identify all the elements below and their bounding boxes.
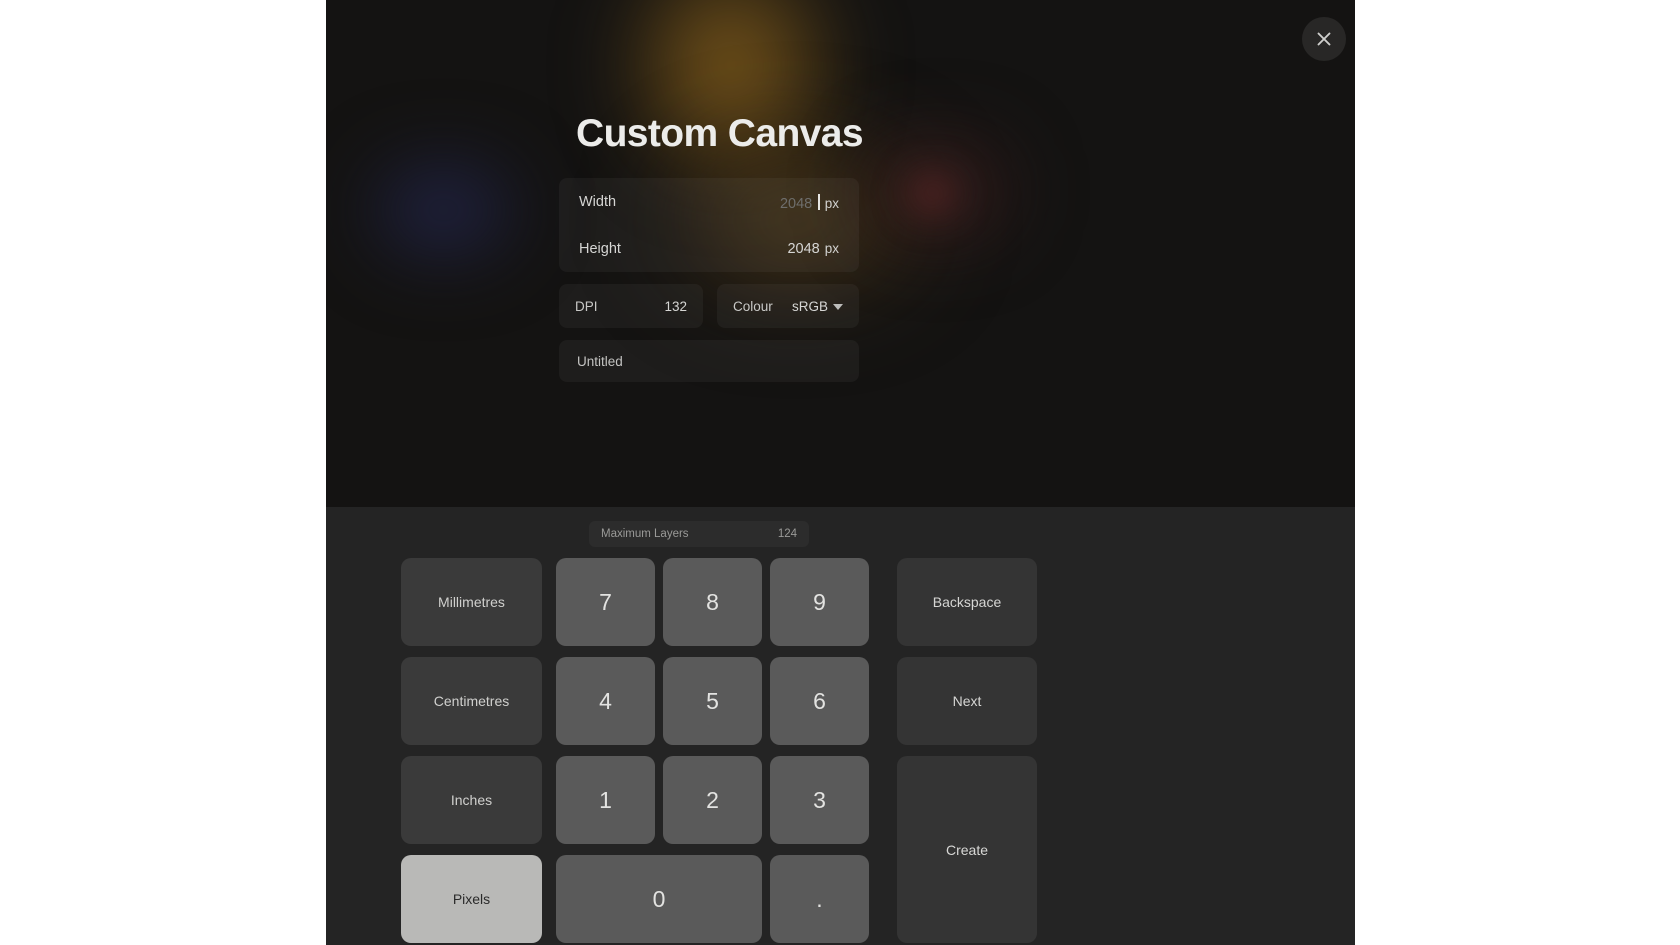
next-button[interactable]: Next: [897, 657, 1037, 745]
colour-profile-select[interactable]: Colour sRGB: [717, 284, 859, 328]
create-label: Create: [945, 841, 989, 858]
key-1[interactable]: 1: [556, 756, 655, 844]
unit-button-centimetres[interactable]: Centimetres: [401, 657, 542, 745]
maximum-layers-label: Maximum Layers: [601, 528, 689, 540]
key-9[interactable]: 9: [770, 558, 869, 646]
key-4[interactable]: 4: [556, 657, 655, 745]
height-unit: px: [824, 240, 839, 256]
maximum-layers-row: Maximum Layers 124: [589, 521, 809, 547]
key-2[interactable]: 2: [663, 756, 762, 844]
key-label-1: 1: [599, 786, 612, 813]
dimensions-card: Width 2048 px Height 2048 px: [559, 178, 859, 272]
canvas-settings-form: Width 2048 px Height 2048 px DPI 132 Col…: [559, 178, 859, 382]
background-glow-amber: [616, 0, 846, 190]
dpi-value[interactable]: 132: [664, 299, 687, 314]
next-label: Next: [952, 693, 982, 709]
key-8[interactable]: 8: [663, 558, 762, 646]
custom-canvas-modal: Custom Canvas Width 2048 px Height 2048 …: [326, 0, 1355, 945]
width-field-row[interactable]: Width 2048 px: [559, 178, 859, 225]
unit-label-inches: Inches: [450, 792, 493, 808]
screen: Custom Canvas Width 2048 px Height 2048 …: [0, 0, 1680, 945]
key-label-decimal: .: [816, 885, 823, 912]
maximum-layers-value: 124: [777, 528, 797, 540]
width-label: Width: [579, 193, 617, 210]
height-field-row[interactable]: Height 2048 px: [559, 225, 859, 272]
unit-label-centimetres: Centimetres: [433, 693, 510, 709]
canvas-name-input[interactable]: Untitled: [577, 354, 623, 369]
key-5[interactable]: 5: [663, 657, 762, 745]
key-7[interactable]: 7: [556, 558, 655, 646]
key-decimal-point[interactable]: .: [770, 855, 869, 943]
dpi-colour-row: DPI 132 Colour sRGB: [559, 284, 859, 328]
close-icon: [1314, 29, 1334, 49]
key-label-0: 0: [652, 885, 666, 912]
numeric-keypad: Millimetres Centimetres Inches Pixels 7 …: [401, 558, 1051, 943]
key-label-8: 8: [706, 588, 719, 615]
key-label-6: 6: [813, 687, 826, 714]
background-glow-red: [848, 120, 1028, 260]
background-glow-red-core: [901, 165, 963, 223]
key-label-2: 2: [706, 786, 719, 813]
background-glow-blue: [351, 140, 536, 280]
unit-button-inches[interactable]: Inches: [401, 756, 542, 844]
height-label: Height: [579, 240, 621, 257]
create-button[interactable]: Create: [897, 756, 1037, 943]
colour-label: Colour: [733, 298, 773, 314]
unit-button-pixels[interactable]: Pixels: [401, 855, 542, 943]
height-value: 2048 px: [787, 241, 839, 257]
close-button[interactable]: [1302, 17, 1346, 61]
backspace-label: Backspace: [932, 594, 1002, 610]
unit-label-millimetres: Millimetres: [438, 594, 505, 610]
page-title: Custom Canvas: [576, 112, 864, 155]
chevron-down-icon: [833, 304, 843, 310]
dpi-label: DPI: [575, 298, 598, 314]
key-3[interactable]: 3: [770, 756, 869, 844]
text-caret: [818, 193, 820, 210]
unit-label-pixels: Pixels: [452, 891, 491, 907]
key-0[interactable]: 0: [556, 855, 762, 943]
width-value: 2048 px: [780, 192, 839, 212]
key-label-5: 5: [706, 687, 719, 714]
dpi-field[interactable]: DPI 132: [559, 284, 703, 328]
width-input[interactable]: 2048: [780, 196, 812, 212]
colour-value: sRGB: [791, 298, 828, 314]
key-label-9: 9: [813, 588, 826, 615]
width-unit: px: [824, 195, 839, 211]
key-label-4: 4: [599, 687, 612, 714]
key-label-3: 3: [813, 786, 826, 813]
backspace-button[interactable]: Backspace: [897, 558, 1037, 646]
canvas-name-field[interactable]: Untitled: [559, 340, 859, 382]
key-6[interactable]: 6: [770, 657, 869, 745]
height-input[interactable]: 2048: [787, 241, 819, 257]
unit-button-millimetres[interactable]: Millimetres: [401, 558, 542, 646]
key-label-7: 7: [599, 588, 612, 615]
